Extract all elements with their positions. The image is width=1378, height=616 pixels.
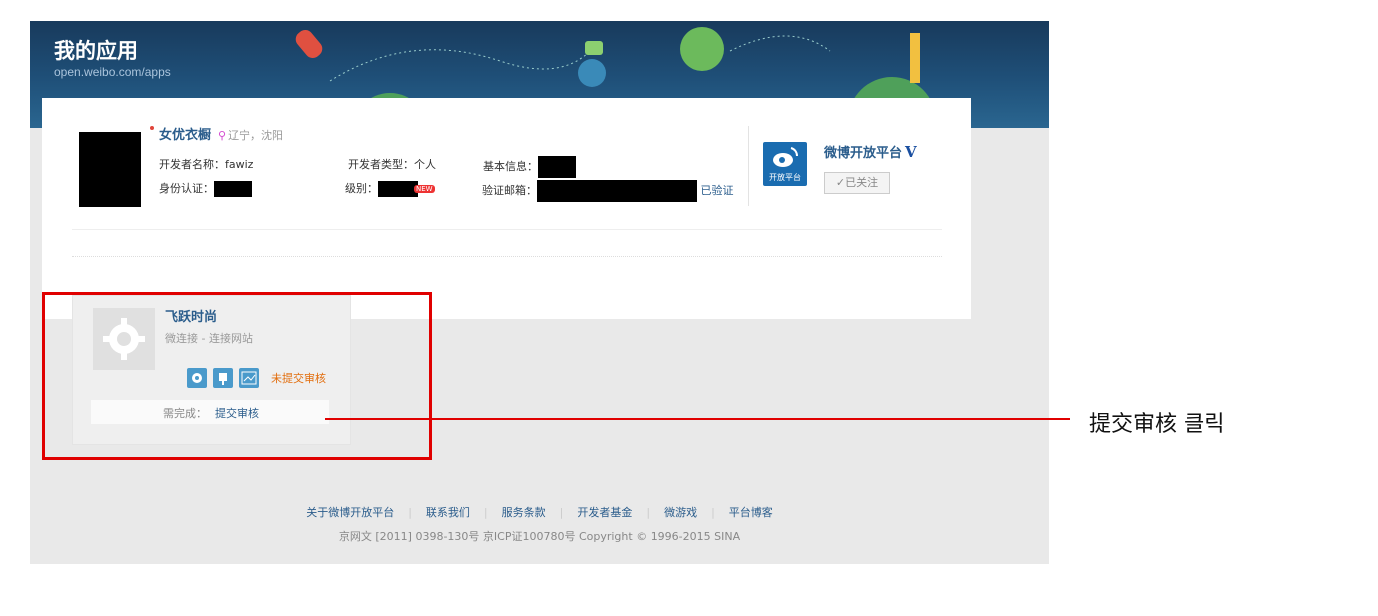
footer-link[interactable]: 服务条款 [502,506,546,519]
location: ⚲ 辽宁，沈阳 [218,127,283,143]
separator: | [483,506,488,519]
id-info: 身份认证： [159,180,252,197]
separator: | [408,506,412,519]
new-badge: NEW [414,185,435,193]
platform-name-text: 微博开放平台 [824,146,903,161]
id-label: 身份认证： [159,182,214,195]
basic-info: 基本信息： [483,156,576,178]
verified-link[interactable]: 已验证 [701,184,734,197]
divider [72,229,942,230]
dev-name-info: 开发者名称：fawiz [159,158,254,171]
redacted-block [538,156,576,178]
avatar [79,132,141,207]
developer-card: 女优衣橱 ⚲ 辽宁，沈阳 开发者名称：fawiz 开发者类型：个人 基本信息： 身… [42,98,971,319]
redacted-block [214,181,252,197]
separator: | [646,506,651,519]
verified-v-icon: V [905,143,917,161]
footer-copyright: 京网文 [2011] 0398-130号 京ICP证100780号 Copyri… [338,530,741,543]
email-info: 验证邮箱： 已验证 [482,180,734,202]
weibo-logo-icon [773,147,798,167]
annotation-text: 提交审核 클릭 [1089,412,1225,437]
dev-type-info: 开发者类型：个人 [348,158,436,171]
redacted-block [378,181,418,197]
footer-links: 关于微博开放平台 | 联系我们 | 服务条款 | 开发者基金 | 微游戏 | 平台博客 [30,504,1049,520]
level-info: 级别： NEW [345,180,435,197]
highlight-box [42,292,432,460]
divider [72,256,942,257]
platform-logo-label: 开放平台 [769,173,801,182]
redacted-block [537,180,697,202]
level-label: 级别： [345,182,378,195]
location-text: 辽宁，沈阳 [228,129,284,142]
online-dot [150,126,154,130]
developer-name[interactable]: 女优衣橱 [159,124,211,143]
platform-name[interactable]: 微博开放平台 V [824,142,917,161]
divider [748,126,749,206]
separator: | [711,506,715,519]
weibo-platform-logo[interactable]: 开放平台 [763,142,807,186]
footer-link[interactable]: 平台博客 [729,506,773,519]
separator: | [559,506,564,519]
footer-link[interactable]: 联系我们 [426,506,470,519]
footer-link[interactable]: 关于微博开放平台 [306,506,394,519]
footer-link[interactable]: 开发者基金 [577,506,632,519]
footer-link[interactable]: 微游戏 [664,506,697,519]
location-pin-icon: ⚲ [218,129,227,142]
email-label: 验证邮箱： [482,184,537,197]
basic-info-label: 基本信息： [483,160,538,173]
followed-button[interactable]: ✓已关注 [824,172,890,194]
annotation-pointer-line [325,418,1070,420]
